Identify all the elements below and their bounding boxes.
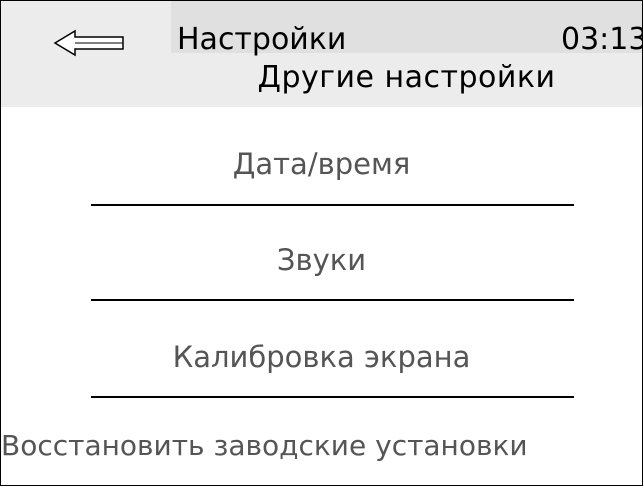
page-subtitle: Другие настройки <box>257 60 556 95</box>
divider <box>91 204 574 206</box>
arrow-left-icon <box>53 29 124 57</box>
page-title: Настройки <box>177 22 347 57</box>
back-button[interactable] <box>53 29 125 57</box>
menu-item-label: Калибровка экрана <box>172 340 471 374</box>
menu-item-label: Дата/время <box>232 147 411 181</box>
menu-item-factory-reset[interactable]: Восстановить заводские установки <box>1 429 642 463</box>
menu-item-screen-calibration[interactable]: Калибровка экрана <box>1 314 642 384</box>
menu-item-date-time[interactable]: Дата/время <box>1 121 642 191</box>
device-screen: Настройки 03:13 Другие настройки Дата/вр… <box>0 0 643 486</box>
menu-item-sounds[interactable]: Звуки <box>1 217 642 287</box>
divider <box>91 396 574 398</box>
menu-item-label: Звуки <box>276 243 367 277</box>
clock-time: 03:13 <box>561 22 643 57</box>
divider <box>91 299 574 301</box>
